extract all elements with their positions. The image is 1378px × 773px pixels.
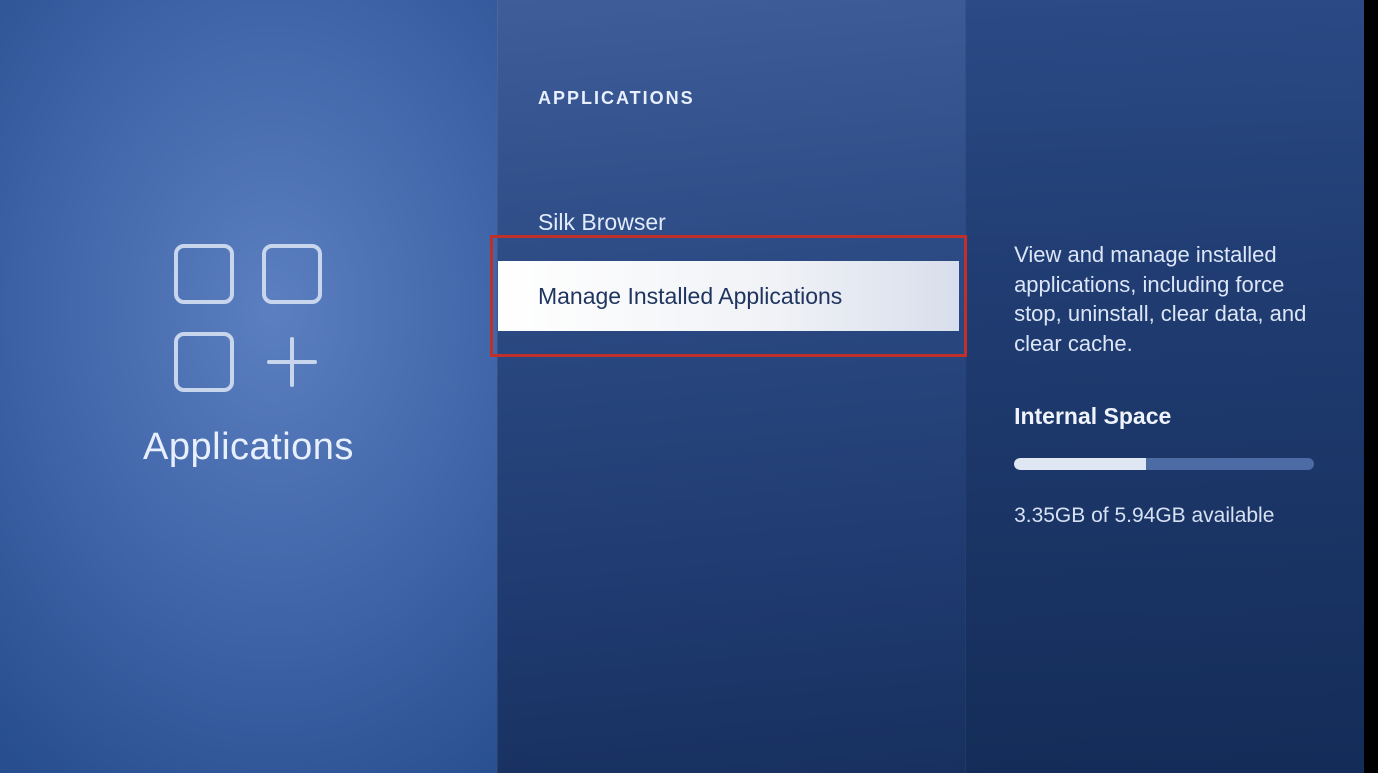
menu-item-label: Manage Installed Applications <box>538 283 842 310</box>
menu-item-label: Silk Browser <box>538 209 666 236</box>
internal-space-heading: Internal Space <box>1014 403 1314 430</box>
internal-space-progress <box>1014 458 1314 470</box>
screen-edge <box>1364 0 1378 773</box>
detail-panel: View and manage installed applications, … <box>965 0 1364 773</box>
internal-space-text: 3.35GB of 5.94GB available <box>1014 504 1314 528</box>
detail-description: View and manage installed applications, … <box>1014 240 1314 359</box>
menu-item-manage-installed-applications[interactable]: Manage Installed Applications <box>498 261 959 331</box>
menu-section-header: APPLICATIONS <box>498 88 965 109</box>
menu-item-silk-browser[interactable]: Silk Browser <box>498 187 965 257</box>
left-panel: Applications <box>0 0 497 773</box>
left-panel-title: Applications <box>143 426 354 469</box>
applications-icon <box>174 244 322 392</box>
internal-space-progress-fill <box>1014 458 1146 470</box>
applications-menu: APPLICATIONS Silk Browser Manage Install… <box>497 0 965 773</box>
